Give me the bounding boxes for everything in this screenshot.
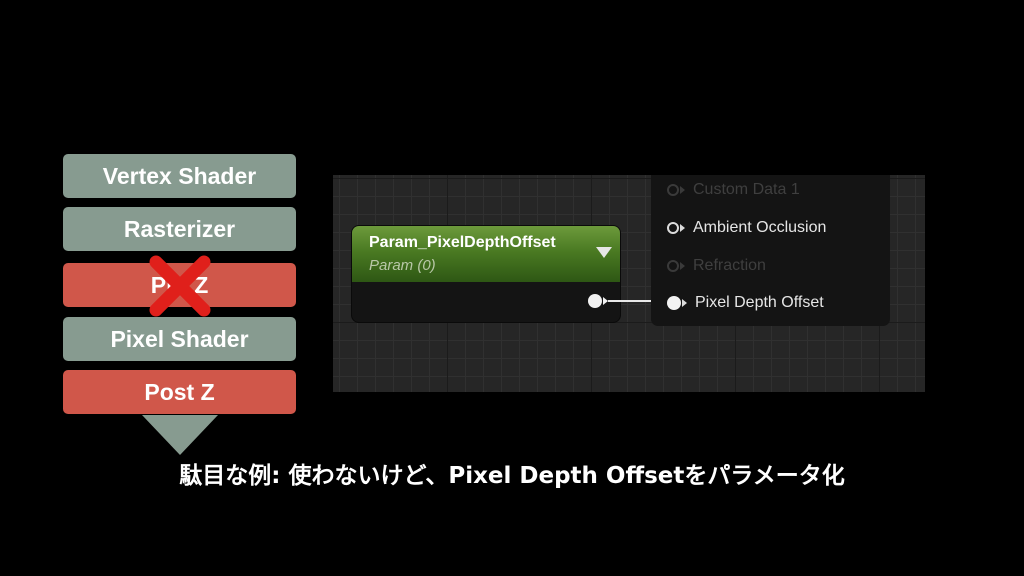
param-node-header[interactable]: Param_PixelDepthOffset Param (0) bbox=[352, 226, 620, 282]
input-label: Custom Data 1 bbox=[693, 181, 800, 198]
input-pin-icon[interactable] bbox=[667, 260, 679, 272]
stage-rasterizer: Rasterizer bbox=[63, 207, 296, 251]
pin-arrow-icon bbox=[680, 186, 685, 194]
param-node-subtitle: Param (0) bbox=[369, 257, 436, 274]
input-custom-data-1[interactable]: Custom Data 1 bbox=[667, 181, 800, 199]
pin-arrow-icon bbox=[680, 224, 685, 232]
slide-caption: 駄目な例: 使わないけど、Pixel Depth Offsetをパラメータ化 bbox=[179, 463, 845, 489]
param-node[interactable]: Param_PixelDepthOffset Param (0) bbox=[352, 226, 620, 322]
pin-arrow-icon bbox=[682, 299, 687, 307]
input-pin-icon[interactable] bbox=[667, 184, 679, 196]
pin-arrow-icon bbox=[680, 262, 685, 270]
stage-pixel-shader: Pixel Shader bbox=[63, 317, 296, 361]
cross-icon bbox=[149, 255, 211, 317]
stage-vertex-shader: Vertex Shader bbox=[63, 154, 296, 198]
collapse-arrow-icon[interactable] bbox=[596, 247, 612, 258]
param-node-title: Param_PixelDepthOffset bbox=[369, 234, 556, 251]
input-pixel-depth-offset[interactable]: Pixel Depth Offset bbox=[667, 294, 824, 312]
input-pin-icon[interactable] bbox=[667, 222, 679, 234]
input-label: Pixel Depth Offset bbox=[695, 294, 824, 311]
input-label: Refraction bbox=[693, 257, 766, 274]
input-label: Ambient Occlusion bbox=[693, 219, 827, 236]
stage-post-z: Post Z bbox=[63, 370, 296, 414]
input-refraction[interactable]: Refraction bbox=[667, 257, 766, 275]
output-pin[interactable] bbox=[588, 294, 602, 308]
input-ambient-occlusion[interactable]: Ambient Occlusion bbox=[667, 219, 826, 237]
pipeline-arrow-icon bbox=[142, 415, 218, 455]
input-pin-icon[interactable] bbox=[667, 296, 681, 310]
